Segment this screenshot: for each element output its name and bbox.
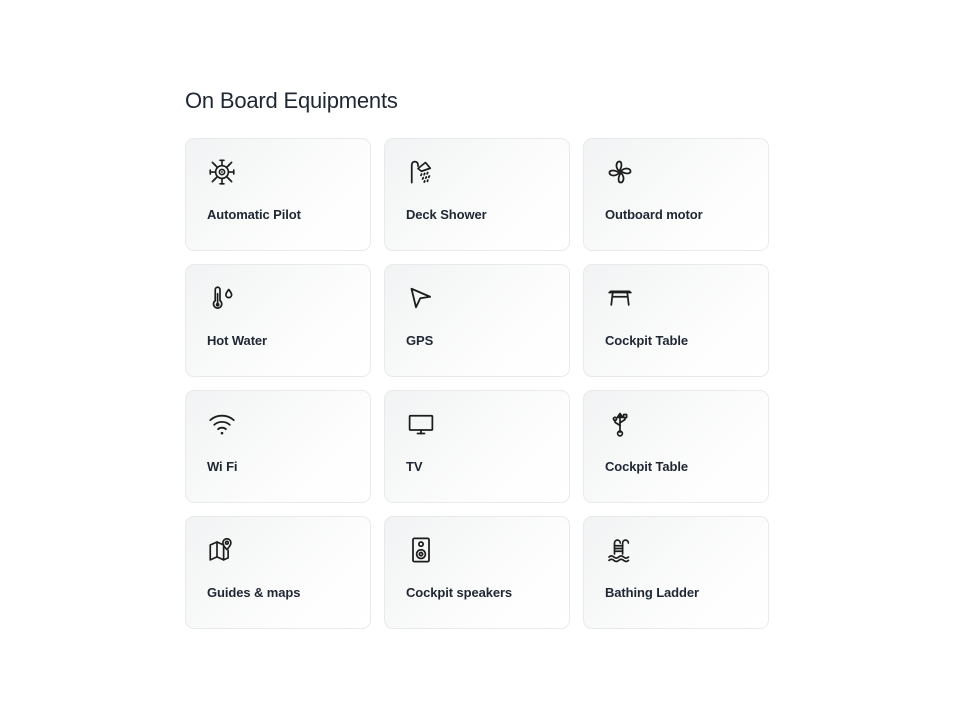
thermometer-droplet-icon [207, 283, 241, 317]
usb-icon [605, 409, 639, 443]
equipment-card[interactable]: Bathing Ladder [583, 516, 769, 629]
equipment-card[interactable]: GPS [384, 264, 570, 377]
equipment-label: Hot Water [207, 333, 268, 348]
speaker-icon [406, 535, 440, 569]
navigation-arrow-icon [406, 283, 440, 317]
equipment-label: TV [406, 459, 423, 474]
page-title: On Board Equipments [185, 88, 398, 113]
equipment-label: Cockpit Table [605, 459, 688, 474]
equipment-card[interactable]: Outboard motor [583, 138, 769, 251]
table-icon [605, 283, 639, 317]
equipment-card[interactable]: Deck Shower [384, 138, 570, 251]
ship-wheel-icon [207, 157, 241, 191]
equipment-label: Cockpit speakers [406, 585, 513, 600]
equipment-label: GPS [406, 333, 434, 348]
equipment-label: Cockpit Table [605, 333, 688, 348]
equipment-card[interactable]: Cockpit Table [583, 264, 769, 377]
equipment-card[interactable]: Automatic Pilot [185, 138, 371, 251]
equipment-label: Automatic Pilot [207, 207, 301, 222]
equipment-card[interactable]: Cockpit Table [583, 390, 769, 503]
pool-ladder-icon [605, 535, 639, 569]
equipment-label: Outboard motor [605, 207, 703, 222]
shower-icon [406, 157, 440, 191]
page-root: On Board Equipments Automatic Pilot Deck… [0, 0, 979, 715]
equipment-label: Wi Fi [207, 459, 238, 474]
equipment-label: Bathing Ladder [605, 585, 699, 600]
propeller-icon [605, 157, 639, 191]
equipment-label: Guides & maps [207, 585, 301, 600]
equipment-card[interactable]: Cockpit speakers [384, 516, 570, 629]
wifi-icon [207, 409, 241, 443]
equipment-card[interactable]: Guides & maps [185, 516, 371, 629]
on-board-equipments-section: On Board Equipments Automatic Pilot Deck… [185, 86, 769, 629]
equipment-grid: Automatic Pilot Deck Shower Outboard mot… [185, 138, 769, 629]
television-icon [406, 409, 440, 443]
equipment-card[interactable]: Wi Fi [185, 390, 371, 503]
equipment-card[interactable]: TV [384, 390, 570, 503]
equipment-card[interactable]: Hot Water [185, 264, 371, 377]
equipment-label: Deck Shower [406, 207, 487, 222]
map-pin-icon [207, 535, 241, 569]
